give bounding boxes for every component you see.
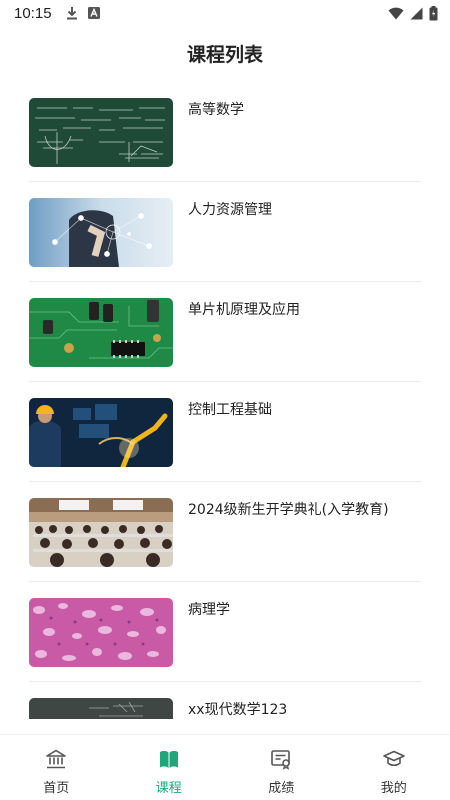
course-title: 控制工程基础 — [188, 402, 272, 418]
course-item[interactable]: 单片机原理及应用 — [29, 282, 421, 382]
status-time: 10:15 — [14, 4, 52, 22]
app-notification-icon — [87, 7, 100, 19]
cell-signal-icon — [410, 7, 423, 19]
course-thumbnail — [29, 398, 173, 467]
course-title: xx现代数学123 — [188, 702, 288, 718]
tab-label: 我的 — [380, 781, 407, 796]
page-header: 课程列表 — [0, 26, 450, 80]
course-title: 单片机原理及应用 — [188, 302, 300, 318]
tissue-micrograph-image — [29, 598, 173, 667]
course-thumbnail — [29, 598, 173, 667]
battery-icon — [429, 5, 438, 20]
course-item[interactable]: 控制工程基础 — [29, 382, 421, 482]
course-thumbnail — [29, 698, 173, 719]
course-item[interactable]: xx现代数学123 — [29, 682, 421, 719]
course-list[interactable]: 高等数学 人力资源管理 单片机原理及应用 控制工程基础 2024级新生开学典礼(… — [0, 82, 450, 719]
page-title: 课程列表 — [186, 43, 263, 66]
course-thumbnail — [29, 298, 173, 367]
status-bar: 10:15 — [0, 0, 450, 26]
course-thumbnail — [29, 498, 173, 567]
tab-profile[interactable]: 我的 — [338, 735, 450, 800]
tab-label: 成绩 — [268, 781, 295, 796]
chalkboard-math-image — [29, 98, 173, 167]
course-title: 人力资源管理 — [188, 202, 272, 218]
chalkboard-dark-image — [29, 698, 173, 719]
tab-home[interactable]: 首页 — [0, 735, 113, 800]
course-thumbnail — [29, 98, 173, 167]
bank-icon — [46, 749, 67, 769]
circuit-board-image — [29, 298, 173, 367]
tab-courses[interactable]: 课程 — [113, 735, 226, 800]
business-network-image — [29, 198, 173, 267]
wifi-icon — [388, 7, 404, 19]
course-title: 高等数学 — [188, 102, 244, 118]
graduation-cap-icon — [382, 750, 405, 767]
course-title: 2024级新生开学典礼(入学教育) — [188, 502, 389, 518]
tab-label: 课程 — [155, 781, 182, 796]
book-icon — [159, 750, 178, 768]
tab-grades[interactable]: 成绩 — [225, 735, 338, 800]
course-item[interactable]: 病理学 — [29, 582, 421, 682]
course-item[interactable]: 2024级新生开学典礼(入学教育) — [29, 482, 421, 582]
notification-icons — [66, 6, 100, 20]
lecture-hall-image — [29, 498, 173, 567]
bottom-tab-bar: 首页 课程 成绩 我的 — [0, 734, 450, 800]
download-icon — [66, 7, 77, 20]
robot-arm-engineer-image — [29, 398, 173, 467]
course-thumbnail — [29, 198, 173, 267]
tab-label: 首页 — [43, 781, 70, 796]
course-item[interactable]: 人力资源管理 — [29, 182, 421, 282]
course-title: 病理学 — [188, 602, 230, 618]
course-item[interactable]: 高等数学 — [29, 82, 421, 182]
grade-report-icon — [271, 750, 291, 770]
